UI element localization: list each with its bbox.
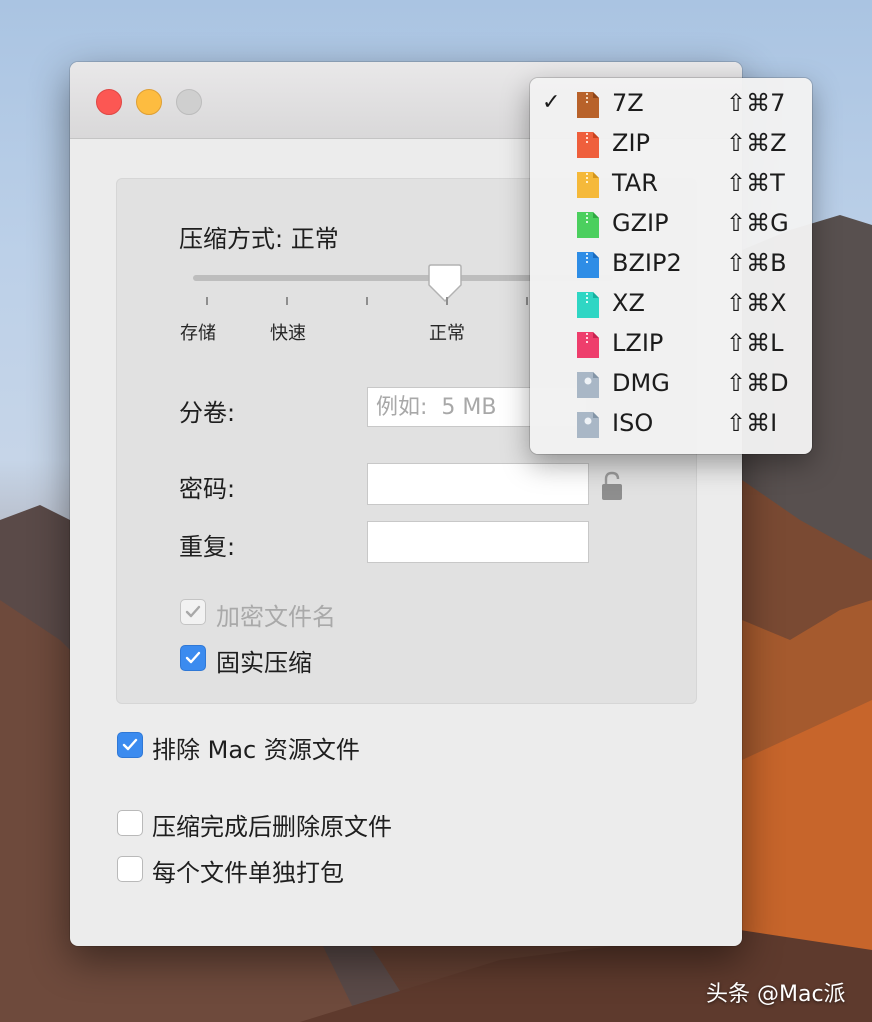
minimize-button[interactable]	[136, 89, 162, 115]
solid-compression-checkbox[interactable]	[180, 645, 206, 671]
repeat-password-field[interactable]	[367, 521, 589, 563]
shortcut: ⇧⌘I	[726, 409, 778, 437]
format-name: LZIP	[612, 329, 664, 357]
exclude-mac-resources-label: 排除 Mac 资源文件	[152, 736, 360, 764]
menu-item-tar[interactable]: TAR ⇧⌘T	[530, 164, 812, 204]
menu-item-7z[interactable]: ✓ 7Z ⇧⌘7	[530, 84, 812, 124]
archive-icon	[577, 332, 599, 358]
shortcut: ⇧⌘L	[726, 329, 784, 357]
archive-icon	[577, 172, 599, 198]
password-label: 密码:	[179, 475, 236, 503]
menu-item-zip[interactable]: ZIP ⇧⌘Z	[530, 124, 812, 164]
menu-item-iso[interactable]: ISO ⇧⌘I	[530, 404, 812, 444]
lock-icon[interactable]	[601, 471, 623, 501]
format-name: BZIP2	[612, 249, 682, 277]
disk-image-icon	[577, 372, 599, 398]
repeat-label: 重复:	[179, 533, 236, 561]
solid-compression-label: 固实压缩	[216, 649, 312, 677]
close-button[interactable]	[96, 89, 122, 115]
slider-thumb[interactable]	[427, 263, 463, 303]
archive-icon	[577, 212, 599, 238]
menu-item-gzip[interactable]: GZIP ⇧⌘G	[530, 204, 812, 244]
encrypt-filenames-label: 加密文件名	[216, 603, 336, 631]
format-menu: ✓ 7Z ⇧⌘7 ZIP ⇧⌘Z TAR ⇧⌘T GZIP ⇧⌘G BZIP2 …	[530, 78, 812, 454]
shortcut: ⇧⌘7	[726, 89, 786, 117]
menu-item-xz[interactable]: XZ ⇧⌘X	[530, 284, 812, 324]
archive-icon	[577, 252, 599, 278]
watermark: 头条 @Mac派	[706, 982, 846, 1007]
zoom-button	[176, 89, 202, 115]
slider-tick	[286, 297, 288, 305]
shortcut: ⇧⌘X	[726, 289, 787, 317]
format-name: 7Z	[612, 89, 644, 117]
format-name: GZIP	[612, 209, 669, 237]
archive-icon	[577, 132, 599, 158]
tick-label-normal: 正常	[429, 323, 465, 344]
separate-archives-label: 每个文件单独打包	[152, 859, 344, 887]
split-label: 分卷:	[179, 399, 236, 427]
slider-tick	[526, 297, 528, 305]
shortcut: ⇧⌘D	[726, 369, 789, 397]
menu-item-bzip2[interactable]: BZIP2 ⇧⌘B	[530, 244, 812, 284]
format-name: XZ	[612, 289, 645, 317]
separate-archives-checkbox[interactable]	[117, 856, 143, 882]
slider-tick	[366, 297, 368, 305]
menu-item-dmg[interactable]: DMG ⇧⌘D	[530, 364, 812, 404]
format-name: ZIP	[612, 129, 650, 157]
delete-after-label: 压缩完成后删除原文件	[152, 813, 392, 841]
shortcut: ⇧⌘G	[726, 209, 789, 237]
slider-tick	[206, 297, 208, 305]
menu-item-lzip[interactable]: LZIP ⇧⌘L	[530, 324, 812, 364]
disk-image-icon	[577, 412, 599, 438]
checkmark-icon: ✓	[542, 90, 561, 115]
shortcut: ⇧⌘Z	[726, 129, 787, 157]
archive-icon	[577, 92, 599, 118]
password-field[interactable]	[367, 463, 589, 505]
format-name: TAR	[612, 169, 658, 197]
tick-label-fast: 快速	[270, 323, 306, 344]
archive-icon	[577, 292, 599, 318]
compression-method-label: 压缩方式: 正常	[179, 225, 339, 253]
shortcut: ⇧⌘T	[726, 169, 785, 197]
shortcut: ⇧⌘B	[726, 249, 787, 277]
format-name: DMG	[612, 369, 670, 397]
tick-label-store: 存储	[180, 323, 216, 344]
slider-tick	[446, 297, 448, 305]
format-name: ISO	[612, 409, 654, 437]
encrypt-filenames-checkbox[interactable]	[180, 599, 206, 625]
exclude-mac-resources-checkbox[interactable]	[117, 732, 143, 758]
delete-after-checkbox[interactable]	[117, 810, 143, 836]
